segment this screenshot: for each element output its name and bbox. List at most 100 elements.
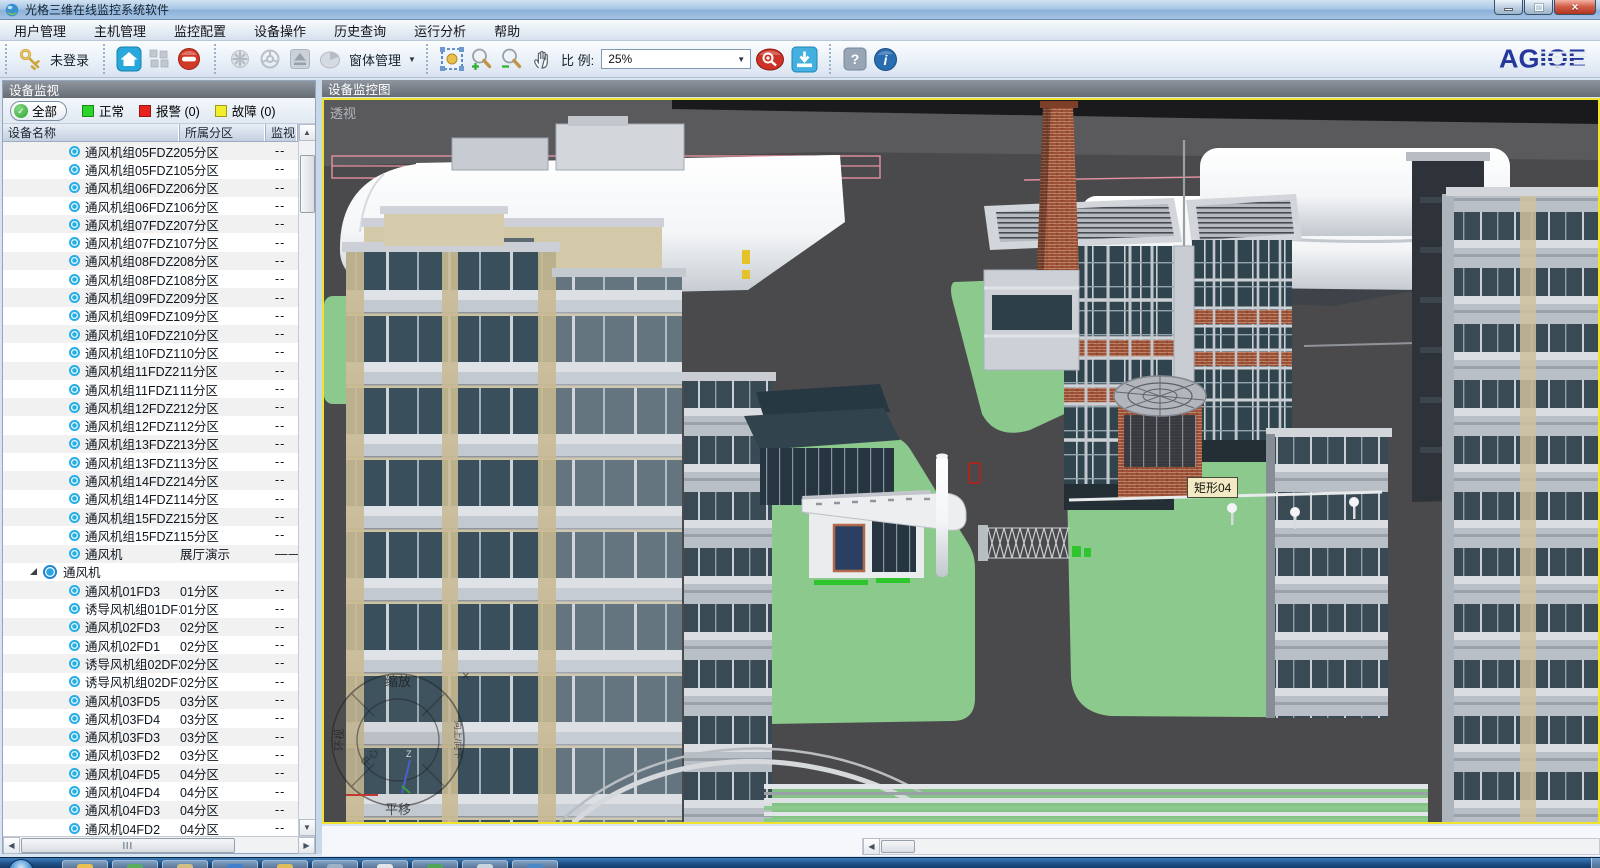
start-orb-button[interactable] [8,859,34,868]
menu-item-设备操作[interactable]: 设备操作 [240,20,320,40]
table-row[interactable]: 通风机组11FDZ111分区-- [3,380,298,398]
scroll-down-icon[interactable]: ▼ [299,819,316,836]
menu-item-监控配置[interactable]: 监控配置 [160,20,240,40]
table-row[interactable]: 通风机组14FDZ214分区-- [3,471,298,489]
table-row[interactable]: 通风机03FD503分区-- [3,691,298,709]
3d-viewport[interactable]: 透视 矩形04 缩放 平移 环视 向上/向下 中心 × Z [322,98,1600,824]
table-row[interactable]: 通风机组09FDZ109分区-- [3,307,298,325]
filter-all-button[interactable]: ✓全部 [10,101,67,121]
table-row[interactable]: 通风机组06FDZ206分区-- [3,179,298,197]
table-row[interactable]: 通风机组08FDZ208分区-- [3,252,298,270]
wheel-pan-label[interactable]: 平移 [385,802,411,817]
table-row[interactable]: 通风机组15FDZ215分区-- [3,508,298,526]
table-row[interactable]: 诱导风机组02DF202分区-- [3,654,298,672]
table-row[interactable]: 通风机02FD302分区-- [3,618,298,636]
menu-item-历史查询[interactable]: 历史查询 [320,20,400,40]
table-row[interactable]: 通风机02FD102分区-- [3,636,298,654]
pan-hand-button[interactable] [528,45,556,73]
table-row[interactable]: 通风机组10FDZ110分区-- [3,343,298,361]
layout-tiles-button[interactable] [145,45,173,73]
taskbar-app-button-6[interactable] [312,860,358,868]
filter-button-3[interactable]: 故障 (0) [215,101,276,120]
restore-button[interactable] [1524,0,1553,15]
scroll-right-icon[interactable]: ▶ [298,837,315,854]
table-row[interactable]: 通风机04FD204分区-- [3,819,298,836]
table-row[interactable]: 通风机组07FDZ107分区-- [3,233,298,251]
horizontal-scroll-thumb[interactable] [881,840,915,853]
vertical-scrollbar[interactable]: ▲ ▼ [298,124,315,836]
filter-button-1[interactable]: 正常 [82,101,124,120]
fan-button-disabled[interactable] [226,45,254,73]
expand-triangle-icon[interactable] [30,568,37,575]
table-row[interactable]: 通风机组13FDZ113分区-- [3,453,298,471]
table-row[interactable]: 通风机04FD404分区-- [3,782,298,800]
table-row[interactable]: 通风机组09FDZ209分区-- [3,288,298,306]
scroll-left-icon[interactable]: ◀ [863,838,880,855]
horizontal-scrollbar-left[interactable]: ◀ ▶ [3,836,315,853]
window-manage-label[interactable]: 窗体管理 [349,50,401,69]
table-row[interactable]: 通风机组05FDZ205分区-- [3,142,298,160]
minimize-button[interactable] [1494,0,1523,15]
table-row[interactable]: 通风机组08FDZ108分区-- [3,270,298,288]
table-row[interactable]: 通风机组05FDZ105分区-- [3,160,298,178]
3d-scene-canvas[interactable] [324,100,1598,822]
menu-item-主机管理[interactable]: 主机管理 [80,20,160,40]
table-row[interactable]: 通风机03FD403分区-- [3,709,298,727]
menu-item-帮助[interactable]: 帮助 [480,20,534,40]
taskbar-app-button-1[interactable] [62,860,108,868]
zoom-in-button[interactable] [468,45,496,73]
table-row[interactable]: 诱导风机组01DF101分区-- [3,599,298,617]
taskbar-app-button-3[interactable] [162,860,208,868]
horizontal-scroll-thumb[interactable] [21,838,235,853]
scale-select[interactable]: 25% ▼ [601,49,751,69]
eject-button-disabled[interactable] [286,45,314,73]
taskbar-app-button-9[interactable] [462,860,508,868]
login-status-label[interactable]: 未登录 [50,50,89,69]
scroll-left-icon[interactable]: ◀ [3,837,20,854]
column-header-partition[interactable]: 所属分区 [180,124,266,141]
export-button[interactable] [790,45,818,73]
taskbar-app-button-4[interactable] [212,860,258,868]
table-row[interactable]: 通风机组13FDZ213分区-- [3,435,298,453]
home-view-button[interactable] [115,45,143,73]
table-row[interactable]: 通风机组10FDZ210分区-- [3,325,298,343]
taskbar-app-button-8[interactable] [412,860,458,868]
table-row[interactable]: 通风机组14FDZ114分区-- [3,490,298,508]
taskbar-app-button-7[interactable] [362,860,408,868]
table-row[interactable]: 通风机组07FDZ207分区-- [3,215,298,233]
table-row[interactable]: 通风机04FD504分区-- [3,764,298,782]
navigation-wheel[interactable]: 缩放 平移 环视 向上/向下 中心 × Z [322,652,494,824]
close-button[interactable]: × [1554,0,1596,15]
table-row[interactable]: 诱导风机组02DF102分区-- [3,673,298,691]
table-row[interactable]: 通风机04FD304分区-- [3,801,298,819]
table-row[interactable]: 通风机03FD303分区-- [3,728,298,746]
taskbar-app-button-10[interactable] [512,860,558,868]
wheel-button-disabled[interactable] [256,45,284,73]
table-row[interactable]: 通风机01FD301分区-- [3,581,298,599]
table-row[interactable]: 通风机组12FDZ112分区-- [3,416,298,434]
show-desktop-button[interactable] [1591,858,1600,868]
wheel-close-icon[interactable]: × [462,668,470,683]
vertical-scroll-thumb[interactable] [300,155,315,213]
wheel-look-label[interactable]: 环视 [332,729,346,751]
table-row[interactable]: 通风机展厅演示—— [3,545,298,563]
login-key-icon[interactable] [17,45,45,73]
fit-selection-button[interactable] [438,45,466,73]
tree-group-row[interactable]: 通风机 [3,563,298,581]
table-row[interactable]: 通风机组12FDZ212分区-- [3,398,298,416]
scroll-up-icon[interactable]: ▲ [299,124,316,141]
table-row[interactable]: 通风机组11FDZ211分区-- [3,362,298,380]
window-manage-dropdown-icon[interactable]: ▼ [408,55,416,64]
filter-button-2[interactable]: 报警 (0) [139,101,200,120]
wheel-zoom-label[interactable]: 缩放 [385,674,411,689]
pie-button-disabled[interactable] [316,45,344,73]
taskbar-app-button-5[interactable] [262,860,308,868]
zoom-region-button[interactable] [755,45,788,73]
table-row[interactable]: 通风机03FD203分区-- [3,746,298,764]
table-row[interactable]: 通风机组06FDZ106分区-- [3,197,298,215]
column-header-monitor[interactable]: 监视 [266,124,298,141]
stop-button[interactable] [175,45,203,73]
wheel-updown-label[interactable]: 向上/向下 [453,721,464,760]
table-row[interactable]: 通风机组15FDZ115分区-- [3,526,298,544]
taskbar-app-button-2[interactable] [112,860,158,868]
